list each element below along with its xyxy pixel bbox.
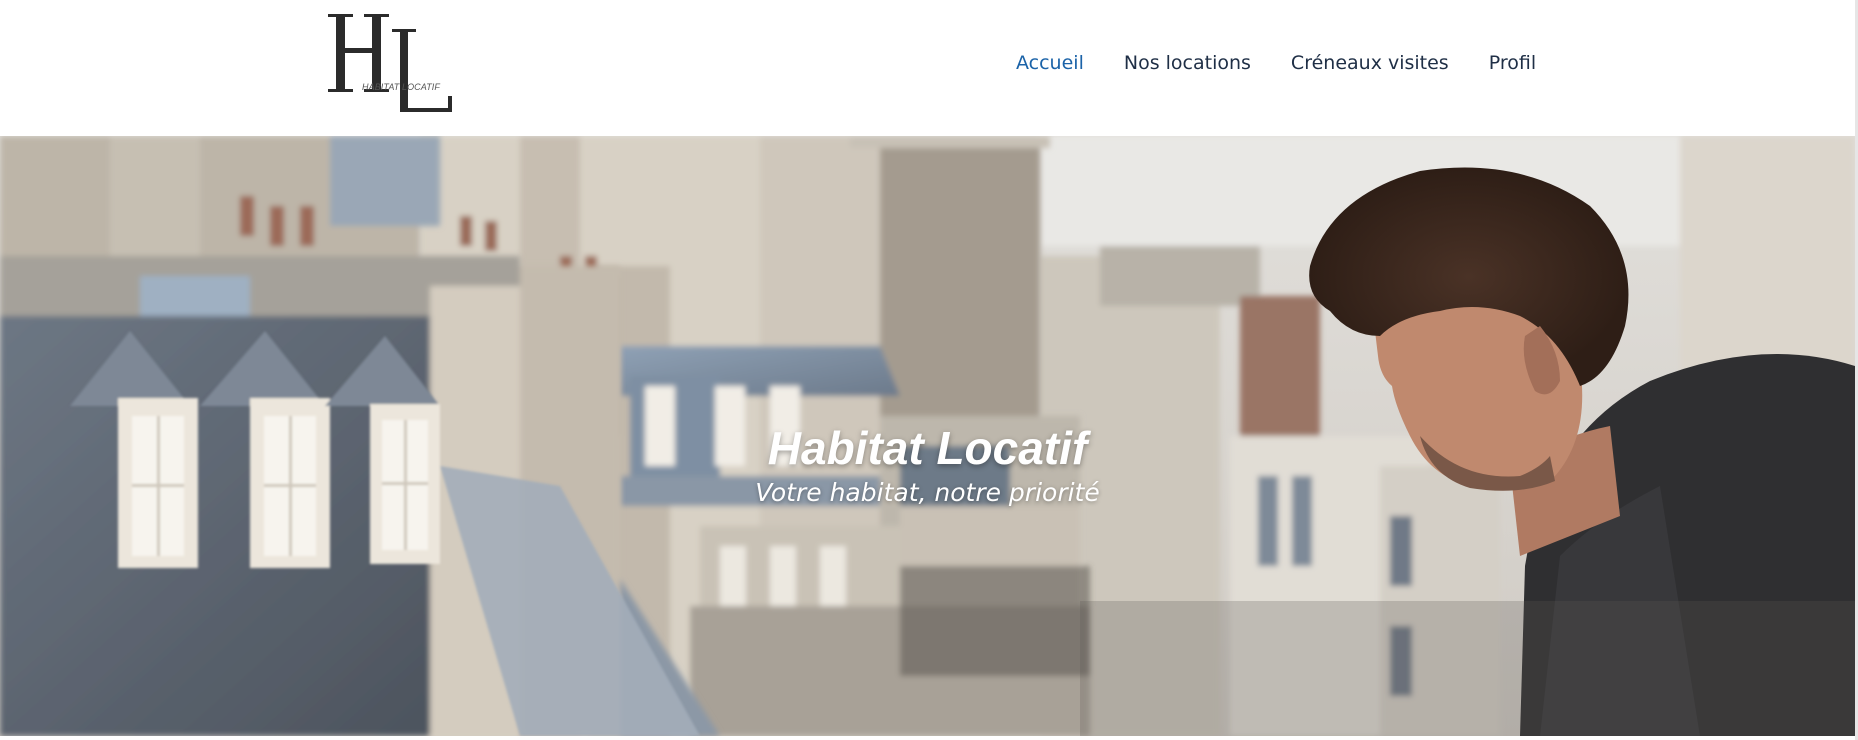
nav-link-accueil[interactable]: Accueil xyxy=(1016,52,1084,74)
nav-link-nos-locations[interactable]: Nos locations xyxy=(1124,52,1251,74)
hero-subtitle: Votre habitat, notre priorité xyxy=(755,478,1100,507)
hero-title: Habitat Locatif xyxy=(767,421,1088,474)
hero-banner: Habitat Locatif Votre habitat, notre pri… xyxy=(0,136,1855,736)
site-logo[interactable]: HABITAT LOCATIF xyxy=(328,10,456,122)
nav-link-creneaux-visites[interactable]: Créneaux visites xyxy=(1291,52,1449,74)
logo-monogram-icon xyxy=(328,14,452,112)
page-bottom-edge xyxy=(0,736,1855,740)
nav-link-profil[interactable]: Profil xyxy=(1489,52,1536,74)
site-header: HABITAT LOCATIF Accueil Nos locations Cr… xyxy=(0,0,1855,136)
logo-tagline: HABITAT LOCATIF xyxy=(362,82,441,92)
main-nav: Accueil Nos locations Créneaux visites P… xyxy=(1016,52,1536,74)
